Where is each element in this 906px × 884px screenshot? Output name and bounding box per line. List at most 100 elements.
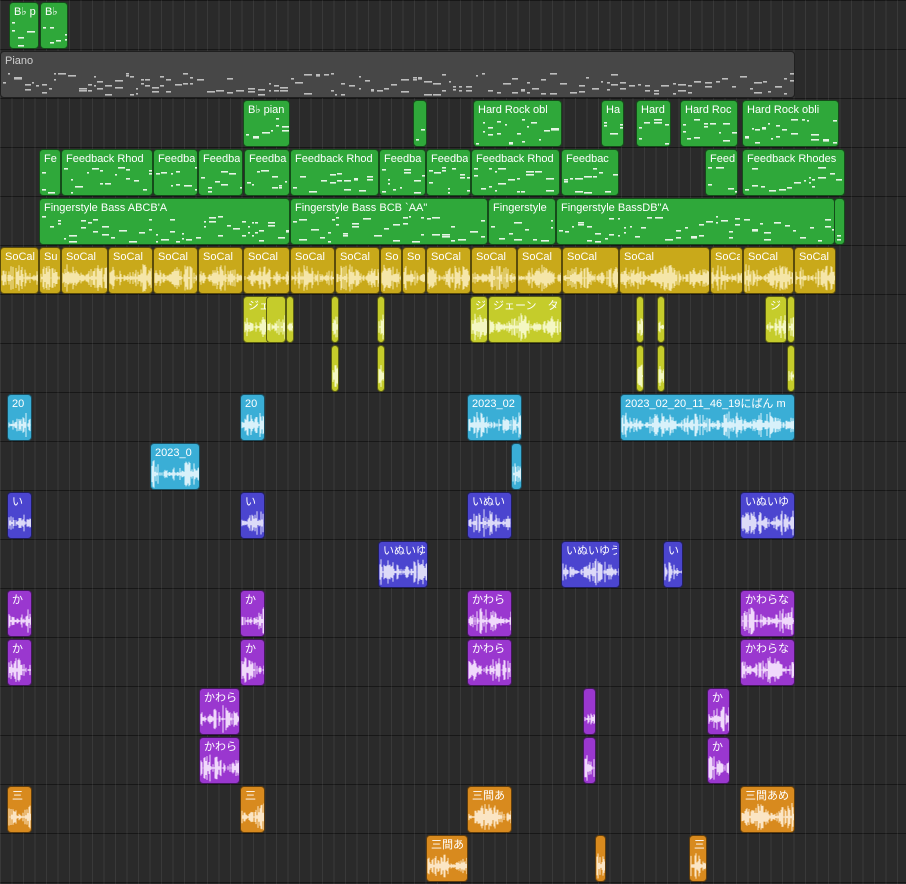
- audio-region[interactable]: [583, 688, 596, 735]
- midi-region[interactable]: Hard Rock obli: [742, 100, 839, 147]
- audio-region[interactable]: 20: [7, 394, 32, 441]
- audio-region[interactable]: SoCal: [517, 247, 562, 294]
- midi-region[interactable]: [413, 100, 427, 147]
- midi-region[interactable]: Feedback Rhod: [61, 149, 153, 196]
- midi-region[interactable]: Fingerstyle: [488, 198, 556, 245]
- audio-region[interactable]: かわらな: [740, 639, 795, 686]
- audio-region[interactable]: [331, 345, 339, 392]
- audio-region[interactable]: SoCal: [198, 247, 243, 294]
- midi-region[interactable]: B♭ p: [9, 2, 39, 49]
- midi-region[interactable]: Hard Roc: [680, 100, 738, 147]
- audio-region[interactable]: SoCa: [710, 247, 743, 294]
- midi-region[interactable]: [834, 198, 845, 245]
- midi-region[interactable]: Feedback Rhodes: [742, 149, 845, 196]
- audio-region[interactable]: か: [240, 590, 265, 637]
- midi-region[interactable]: B♭ pian: [243, 100, 290, 147]
- audio-region[interactable]: SoCal: [108, 247, 153, 294]
- audio-region[interactable]: い: [7, 492, 32, 539]
- audio-region[interactable]: [286, 296, 294, 343]
- audio-region[interactable]: SoCal: [426, 247, 471, 294]
- audio-region[interactable]: いぬいゆ: [378, 541, 428, 588]
- audio-region[interactable]: い: [240, 492, 265, 539]
- audio-region[interactable]: [636, 345, 644, 392]
- audio-region[interactable]: [636, 296, 644, 343]
- midi-region[interactable]: Feedba: [198, 149, 243, 196]
- arrange-area[interactable]: B♭ p B♭ Piano B♭ pian Hard Rock obl Ha Hard Har…: [0, 0, 906, 884]
- audio-region[interactable]: か: [240, 639, 265, 686]
- audio-region[interactable]: [657, 345, 665, 392]
- audio-region[interactable]: 三間あめ: [740, 786, 795, 833]
- audio-region[interactable]: SoCal: [335, 247, 380, 294]
- waveform: [241, 657, 264, 683]
- midi-region[interactable]: Fingerstyle BassDB"A: [556, 198, 835, 245]
- audio-region[interactable]: か: [707, 688, 730, 735]
- midi-region[interactable]: Feed: [705, 149, 738, 196]
- waveform: [741, 656, 794, 684]
- audio-region[interactable]: [583, 737, 596, 784]
- audio-region[interactable]: ジ: [470, 296, 488, 343]
- midi-notes: [639, 119, 669, 145]
- audio-region[interactable]: か: [7, 639, 32, 686]
- audio-region[interactable]: かわら: [199, 737, 240, 784]
- audio-region[interactable]: SoCal: [0, 247, 39, 294]
- audio-region[interactable]: [787, 345, 795, 392]
- audio-region[interactable]: [377, 345, 385, 392]
- midi-region[interactable]: Feedback Rhod: [290, 149, 379, 196]
- audio-region[interactable]: 三: [7, 786, 32, 833]
- audio-region[interactable]: SoCal: [61, 247, 108, 294]
- audio-region[interactable]: SoCal: [619, 247, 710, 294]
- audio-region[interactable]: 三間あ: [467, 786, 512, 833]
- audio-region[interactable]: SoCal: [562, 247, 619, 294]
- midi-region[interactable]: Ha: [601, 100, 624, 147]
- audio-region[interactable]: [377, 296, 385, 343]
- midi-region[interactable]: Feedbac: [561, 149, 619, 196]
- audio-region[interactable]: かわら: [199, 688, 240, 735]
- audio-region[interactable]: [331, 296, 339, 343]
- audio-region[interactable]: [266, 296, 286, 343]
- audio-region[interactable]: かわら: [467, 590, 512, 637]
- audio-region[interactable]: 2023_0: [150, 443, 200, 490]
- audio-region[interactable]: SoCal: [794, 247, 836, 294]
- audio-region[interactable]: 三: [240, 786, 265, 833]
- midi-region[interactable]: Hard Rock obl: [473, 100, 562, 147]
- audio-region[interactable]: かわらな: [740, 590, 795, 637]
- audio-region[interactable]: SoCal: [243, 247, 290, 294]
- audio-region[interactable]: [595, 835, 606, 882]
- midi-region[interactable]: Feedback Rhod: [471, 149, 560, 196]
- waveform: [795, 265, 835, 291]
- audio-region[interactable]: SoCal: [471, 247, 517, 294]
- audio-region[interactable]: 三: [689, 835, 707, 882]
- audio-region[interactable]: か: [707, 737, 730, 784]
- audio-region[interactable]: 三間あ: [426, 835, 468, 882]
- audio-region[interactable]: い: [663, 541, 683, 588]
- audio-region[interactable]: 2023_02: [467, 394, 522, 441]
- audio-region[interactable]: ジ: [765, 296, 787, 343]
- audio-region[interactable]: いぬい: [467, 492, 512, 539]
- audio-region[interactable]: いぬいゆう: [561, 541, 620, 588]
- audio-region[interactable]: 2023_02_20_11_46_19にぱん m: [620, 394, 795, 441]
- audio-region[interactable]: かわら: [467, 639, 512, 686]
- audio-region[interactable]: [511, 443, 522, 490]
- audio-region[interactable]: SoCal: [743, 247, 794, 294]
- audio-region[interactable]: [787, 296, 795, 343]
- midi-region[interactable]: Feedba: [379, 149, 426, 196]
- midi-region[interactable]: Hard: [636, 100, 671, 147]
- audio-region[interactable]: [657, 296, 665, 343]
- midi-region[interactable]: Fingerstyle Bass BCB `AA": [290, 198, 488, 245]
- audio-region[interactable]: いぬいゆ: [740, 492, 795, 539]
- midi-region[interactable]: Fe: [39, 149, 61, 196]
- midi-region[interactable]: Feedba: [153, 149, 198, 196]
- midi-region[interactable]: Feedba: [244, 149, 290, 196]
- audio-region[interactable]: SoCal: [290, 247, 335, 294]
- audio-region[interactable]: か: [7, 590, 32, 637]
- audio-region[interactable]: So: [380, 247, 402, 294]
- audio-region[interactable]: So: [402, 247, 426, 294]
- midi-region[interactable]: Fingerstyle Bass ABCB'A: [39, 198, 290, 245]
- audio-region[interactable]: Su: [39, 247, 61, 294]
- midi-region[interactable]: B♭: [40, 2, 68, 49]
- midi-region[interactable]: Piano: [0, 51, 795, 98]
- audio-region[interactable]: SoCal: [153, 247, 198, 294]
- audio-region[interactable]: ジェーン タ: [488, 296, 562, 343]
- audio-region[interactable]: 20: [240, 394, 265, 441]
- midi-region[interactable]: Feedba: [426, 149, 471, 196]
